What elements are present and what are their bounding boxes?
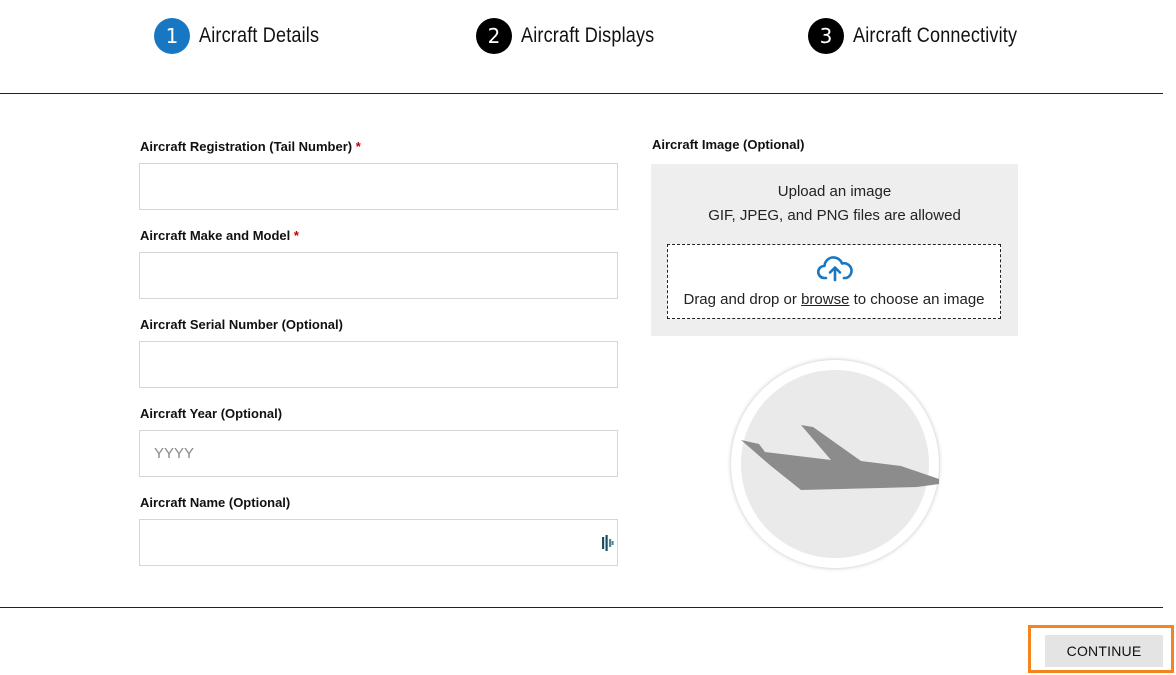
step-label: Aircraft Details xyxy=(199,24,320,47)
dropzone-text: Drag and drop or browse to choose an ima… xyxy=(683,291,985,308)
browse-link[interactable]: browse xyxy=(801,291,849,308)
step-aircraft-details[interactable]: 1 Aircraft Details xyxy=(154,18,339,54)
continue-button[interactable]: CONTINUE xyxy=(1045,635,1163,667)
year-input[interactable] xyxy=(139,430,618,477)
step-aircraft-displays[interactable]: 2 Aircraft Displays xyxy=(476,18,676,54)
continue-highlight: CONTINUE xyxy=(1028,625,1174,673)
upload-heading: Upload an image xyxy=(777,183,892,200)
make-model-input[interactable] xyxy=(139,252,618,299)
image-upload-title: Aircraft Image (Optional) xyxy=(652,137,805,152)
step-aircraft-connectivity[interactable]: 3 Aircraft Connectivity xyxy=(808,18,1044,54)
required-marker: * xyxy=(355,139,361,154)
aircraft-image-preview xyxy=(731,360,939,568)
required-marker: * xyxy=(293,228,299,243)
serial-number-label: Aircraft Serial Number (Optional) xyxy=(140,317,343,332)
cloud-upload-icon xyxy=(817,256,853,282)
registration-input[interactable] xyxy=(139,163,618,210)
step-number-2: 2 xyxy=(476,18,512,54)
step-number-1: 1 xyxy=(154,18,190,54)
image-dropzone[interactable]: Drag and drop or browse to choose an ima… xyxy=(667,244,1001,319)
image-upload-panel: Upload an image GIF, JPEG, and PNG files… xyxy=(651,164,1018,336)
footer-divider xyxy=(0,607,1163,608)
step-label: Aircraft Connectivity xyxy=(853,24,1018,47)
upload-file-types: GIF, JPEG, and PNG files are allowed xyxy=(708,207,961,224)
step-label: Aircraft Displays xyxy=(521,24,655,47)
aircraft-name-input[interactable] xyxy=(139,519,618,566)
aircraft-name-label: Aircraft Name (Optional) xyxy=(140,495,291,510)
step-number-3: 3 xyxy=(808,18,844,54)
airplane-icon xyxy=(741,425,939,490)
year-label: Aircraft Year (Optional) xyxy=(140,406,283,421)
registration-label: Aircraft Registration (Tail Number) * xyxy=(140,139,361,154)
password-manager-icon[interactable] xyxy=(602,535,614,551)
serial-number-input[interactable] xyxy=(139,341,618,388)
make-model-label: Aircraft Make and Model * xyxy=(140,228,299,243)
header-divider xyxy=(0,93,1163,94)
